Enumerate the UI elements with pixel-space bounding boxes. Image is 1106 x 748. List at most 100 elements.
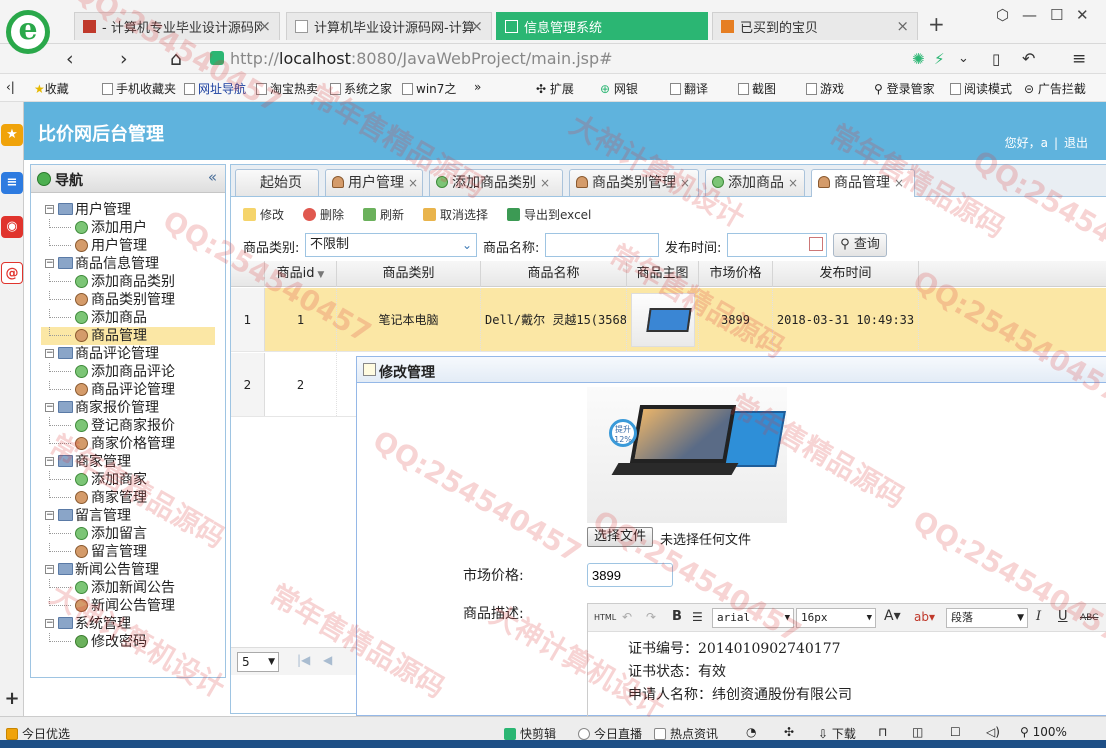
underline-button[interactable]: U	[1058, 609, 1068, 624]
ext-translate[interactable]: 翻译	[670, 80, 708, 97]
undo-icon[interactable]: ↶	[622, 610, 632, 624]
bookmarks-more[interactable]: »	[474, 80, 481, 94]
speed-icon[interactable]: ◔	[746, 725, 756, 739]
export-excel-button[interactable]: 导出到excel	[507, 206, 591, 223]
collapse-toggle-icon[interactable]: −	[45, 259, 54, 268]
browser-logo[interactable]: e	[6, 10, 50, 54]
close-window-icon[interactable]: ✕	[1076, 6, 1089, 24]
ext-bank[interactable]: ⊕ 网银	[600, 80, 638, 97]
collapse-toggle-icon[interactable]: −	[45, 511, 54, 520]
column-header[interactable]: 商品主图	[627, 261, 699, 287]
collapse-toggle-icon[interactable]: −	[45, 205, 54, 214]
nav-item[interactable]: 商品类别管理	[31, 291, 215, 309]
collapse-toggle-icon[interactable]: −	[45, 349, 54, 358]
nav-item[interactable]: 商品评论管理	[31, 381, 215, 399]
unselect-button[interactable]: 取消选择	[423, 206, 488, 223]
maximize-icon[interactable]: ☐	[1050, 6, 1063, 24]
page-size-select[interactable]: 5 ▼	[237, 652, 279, 672]
collapse-toggle-icon[interactable]: −	[45, 457, 54, 466]
panel-tab[interactable]: 用户管理 ×	[325, 169, 423, 196]
window-icon[interactable]: ☐	[950, 725, 961, 739]
bookmark-favorites[interactable]: ★收藏	[34, 80, 69, 97]
panel-tab[interactable]: 添加商品 ×	[705, 169, 805, 196]
panel-tab[interactable]: 商品类别管理 ×	[569, 169, 699, 196]
nav-item[interactable]: 商品管理	[41, 327, 215, 345]
product-name-input[interactable]	[545, 233, 659, 257]
puzzle-icon[interactable]: ✣	[784, 725, 794, 739]
sidebar-toggle-icon[interactable]: ‹|	[6, 80, 15, 94]
bookmark-item[interactable]: 系统之家	[330, 80, 392, 97]
ext-expand[interactable]: ✣ 扩展	[536, 80, 574, 97]
bookmark-item[interactable]: 网址导航	[184, 80, 246, 97]
bold-button[interactable]: B	[672, 609, 682, 624]
nav-item[interactable]: 添加商家	[31, 471, 215, 489]
nav-group[interactable]: − 商家管理	[31, 453, 225, 471]
table-row[interactable]: 1 1 笔记本电脑 Dell/戴尔 灵越15(3568) 3899 2018-0…	[231, 288, 1106, 352]
panel-tab[interactable]: 起始页	[235, 169, 319, 196]
ext-screenshot[interactable]: 截图	[738, 80, 776, 97]
layout-icon[interactable]: ⊓	[878, 725, 887, 739]
news-icon[interactable]: ≡	[1, 172, 23, 194]
column-header[interactable]: 商品类别	[337, 261, 481, 287]
highlight-icon[interactable]: ab▾	[914, 610, 935, 624]
tab-close-icon[interactable]: ×	[470, 17, 483, 35]
lightning-icon[interactable]: ⚡	[934, 47, 945, 71]
back-icon[interactable]: ‹	[66, 47, 74, 71]
nav-group[interactable]: − 商品评论管理	[31, 345, 225, 363]
tab-close-icon[interactable]: ×	[894, 176, 904, 190]
ext-games[interactable]: 游戏	[806, 80, 844, 97]
nav-group[interactable]: − 商品信息管理	[31, 255, 225, 273]
favorites-star-icon[interactable]: ★	[1, 124, 23, 146]
italic-button[interactable]: I	[1036, 609, 1041, 624]
tab-close-icon[interactable]: ×	[788, 176, 798, 190]
refresh-icon[interactable]: ✺	[912, 47, 925, 71]
add-icon[interactable]: +	[1, 688, 23, 710]
calendar-icon[interactable]	[809, 237, 823, 251]
chevron-down-icon[interactable]: ⌄	[958, 47, 969, 71]
tab-close-icon[interactable]: ×	[680, 176, 690, 190]
collapse-toggle-icon[interactable]: −	[45, 619, 54, 628]
skin-icon[interactable]: ⬡	[996, 6, 1009, 24]
home-icon[interactable]: ⌂	[170, 47, 182, 71]
prev-page-icon[interactable]: ◀	[323, 653, 332, 667]
split-icon[interactable]: ◫	[912, 725, 923, 739]
nav-item[interactable]: 添加用户	[31, 219, 215, 237]
url-input[interactable]: http://localhost:8080/JavaWebProject/mai…	[210, 47, 900, 71]
nav-item[interactable]: 添加留言	[31, 525, 215, 543]
editor-content[interactable]: 证书编号：2014010902740177 证书状态：有效 申请人名称：纬创资通…	[588, 632, 1106, 718]
nav-group[interactable]: − 系统管理	[31, 615, 225, 633]
ext-adblock[interactable]: ⊝ 广告拦截	[1024, 80, 1086, 97]
font-size-select[interactable]: 16px ▼	[796, 608, 876, 628]
menu-icon[interactable]: ≡	[1072, 47, 1086, 71]
browser-tab-4[interactable]: 已买到的宝贝 ×	[712, 12, 918, 40]
column-header[interactable]: 商品id ▼	[265, 261, 337, 287]
nav-item[interactable]: 添加商品评论	[31, 363, 215, 381]
column-header[interactable]: 市场价格	[699, 261, 773, 287]
tab-close-icon[interactable]: ×	[896, 17, 909, 35]
redo-icon[interactable]: ↷	[646, 610, 656, 624]
column-header[interactable]: 商品名称	[481, 261, 627, 287]
mail-icon[interactable]: @	[1, 262, 23, 284]
bookmark-item[interactable]: 手机收藏夹	[102, 80, 176, 97]
nav-item[interactable]: 留言管理	[31, 543, 215, 561]
minimize-icon[interactable]: —	[1022, 6, 1037, 24]
new-tab-button[interactable]: +	[928, 12, 945, 36]
refresh-button[interactable]: 刷新	[363, 206, 404, 223]
column-header[interactable]: 发布时间	[773, 261, 919, 287]
paragraph-select[interactable]: 段落 ▼	[946, 608, 1028, 628]
nav-group[interactable]: − 商家报价管理	[31, 399, 225, 417]
nav-item[interactable]: 新闻公告管理	[31, 597, 215, 615]
category-select[interactable]: 不限制 ⌄	[305, 233, 477, 257]
bookmark-item[interactable]: 淘宝热卖	[256, 80, 318, 97]
logout-link[interactable]: 退出	[1064, 136, 1088, 150]
font-color-icon[interactable]: A▾	[884, 608, 901, 624]
nav-group[interactable]: − 新闻公告管理	[31, 561, 225, 579]
tab-close-icon[interactable]: ×	[408, 176, 418, 190]
ext-login[interactable]: ⚲ 登录管家	[874, 80, 935, 97]
edit-button[interactable]: 修改	[243, 206, 284, 223]
panel-tab[interactable]: 添加商品类别 ×	[429, 169, 563, 196]
tab-close-icon[interactable]: ×	[540, 176, 550, 190]
tab-close-icon[interactable]: ×	[258, 17, 271, 35]
collapse-toggle-icon[interactable]: −	[45, 565, 54, 574]
html-source-button[interactable]: HTML	[594, 613, 616, 622]
